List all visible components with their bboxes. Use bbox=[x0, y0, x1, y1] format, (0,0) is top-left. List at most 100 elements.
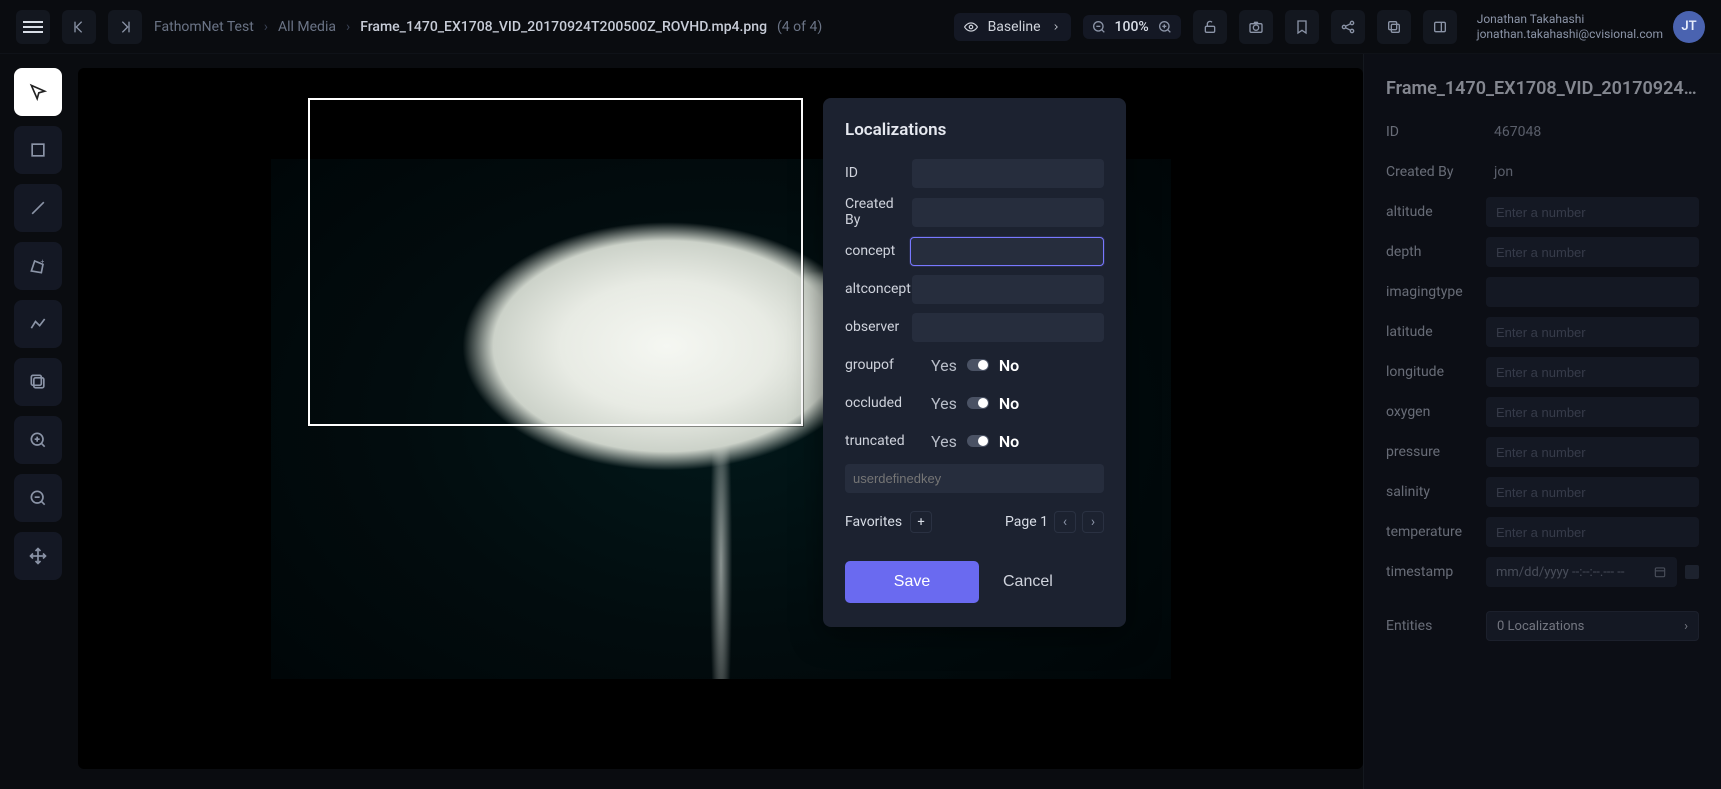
breadcrumb-item[interactable]: All Media bbox=[278, 19, 336, 35]
svg-text:+: + bbox=[41, 258, 45, 266]
zoom-in-icon[interactable] bbox=[1157, 19, 1173, 35]
altitude-input[interactable] bbox=[1486, 197, 1699, 227]
field-label: depth bbox=[1386, 244, 1486, 260]
polygon-tool[interactable]: + bbox=[14, 242, 62, 290]
breadcrumb-count: (4 of 4) bbox=[777, 19, 822, 35]
cursor-tool[interactable] bbox=[14, 68, 62, 116]
toggle-no: No bbox=[999, 394, 1019, 413]
pan-tool[interactable] bbox=[14, 532, 62, 580]
oxygen-input[interactable] bbox=[1486, 397, 1699, 427]
field-label: occluded bbox=[845, 395, 931, 411]
observer-input[interactable] bbox=[912, 313, 1104, 342]
entities-selector[interactable]: 0 Localizations › bbox=[1486, 611, 1699, 641]
share-button[interactable] bbox=[1331, 10, 1365, 44]
line-icon bbox=[28, 198, 48, 218]
favorites-label: Favorites bbox=[845, 514, 902, 530]
skip-back-icon bbox=[71, 19, 87, 35]
created-by-input[interactable] bbox=[912, 198, 1104, 227]
line-tool[interactable] bbox=[14, 184, 62, 232]
concept-input[interactable] bbox=[910, 237, 1104, 266]
field-label: oxygen bbox=[1386, 404, 1486, 420]
panel-title: Frame_1470_EX1708_VID_20170924T2005... bbox=[1386, 78, 1699, 99]
prev-media-button[interactable] bbox=[62, 10, 96, 44]
modal-title: Localizations bbox=[845, 120, 1104, 140]
skip-forward-icon bbox=[117, 19, 133, 35]
topbar: FathomNet Test › All Media › Frame_1470_… bbox=[0, 0, 1721, 54]
userdefinedkey-input[interactable] bbox=[845, 464, 1104, 493]
groupof-toggle[interactable] bbox=[967, 359, 989, 371]
left-toolbar: + bbox=[14, 68, 62, 580]
zoom-control: 100% bbox=[1083, 15, 1181, 39]
zoom-out-tool[interactable] bbox=[14, 474, 62, 522]
user-email: jonathan.takahashi@cvisional.com bbox=[1477, 27, 1663, 41]
toggle-yes: Yes bbox=[931, 432, 957, 451]
latitude-input[interactable] bbox=[1486, 317, 1699, 347]
path-tool[interactable] bbox=[14, 300, 62, 348]
screenshot-button[interactable] bbox=[1239, 10, 1273, 44]
unlock-icon bbox=[1202, 19, 1218, 35]
field-label: Created By bbox=[845, 196, 912, 228]
menu-button[interactable] bbox=[16, 10, 50, 44]
field-label: latitude bbox=[1386, 324, 1486, 340]
temperature-input[interactable] bbox=[1486, 517, 1699, 547]
copy-button[interactable] bbox=[1377, 10, 1411, 44]
field-label: truncated bbox=[845, 433, 931, 449]
timestamp-placeholder: mm/dd/yyyy --:--:--.--- -- bbox=[1496, 565, 1625, 580]
lock-button[interactable] bbox=[1193, 10, 1227, 44]
version-label: Baseline bbox=[988, 19, 1041, 35]
zoom-percent: 100% bbox=[1115, 19, 1149, 35]
share-icon bbox=[1340, 19, 1356, 35]
save-button[interactable]: Save bbox=[845, 561, 979, 603]
salinity-input[interactable] bbox=[1486, 477, 1699, 507]
field-label: salinity bbox=[1386, 484, 1486, 500]
localizations-modal: Localizations ID Created By concept altc… bbox=[823, 98, 1126, 627]
page-prev-button[interactable]: ‹ bbox=[1054, 511, 1076, 533]
toggle-no: No bbox=[999, 356, 1019, 375]
timestamp-input[interactable]: mm/dd/yyyy --:--:--.--- -- bbox=[1486, 557, 1677, 587]
field-label: longitude bbox=[1386, 364, 1486, 380]
metadata-panel: Frame_1470_EX1708_VID_20170924T2005... I… bbox=[1363, 54, 1721, 789]
zoom-in-tool[interactable] bbox=[14, 416, 62, 464]
add-favorite-button[interactable]: + bbox=[910, 511, 932, 533]
cancel-button[interactable]: Cancel bbox=[997, 561, 1059, 603]
field-label: timestamp bbox=[1386, 564, 1486, 580]
field-label: observer bbox=[845, 319, 912, 335]
breadcrumb: FathomNet Test › All Media › Frame_1470_… bbox=[154, 19, 822, 35]
pressure-input[interactable] bbox=[1486, 437, 1699, 467]
box-tool[interactable] bbox=[14, 126, 62, 174]
field-label: ID bbox=[845, 165, 912, 181]
avatar: JT bbox=[1673, 11, 1705, 43]
version-selector[interactable]: Baseline bbox=[954, 13, 1071, 41]
user-name: Jonathan Takahashi bbox=[1477, 12, 1663, 26]
next-media-button[interactable] bbox=[108, 10, 142, 44]
toggle-no: No bbox=[999, 432, 1019, 451]
depth-input[interactable] bbox=[1486, 237, 1699, 267]
field-label: imagingtype bbox=[1386, 284, 1486, 300]
toggle-yes: Yes bbox=[931, 394, 957, 413]
user-menu[interactable]: Jonathan Takahashi jonathan.takahashi@cv… bbox=[1477, 11, 1705, 43]
field-label: groupof bbox=[845, 357, 931, 373]
occluded-toggle[interactable] bbox=[967, 397, 989, 409]
copy-icon bbox=[1386, 19, 1402, 35]
selection-box[interactable] bbox=[308, 98, 803, 426]
altconcept-input[interactable] bbox=[912, 275, 1104, 304]
polygon-icon: + bbox=[28, 256, 48, 276]
bookmark-button[interactable] bbox=[1285, 10, 1319, 44]
layers-tool[interactable] bbox=[14, 358, 62, 406]
id-input[interactable] bbox=[912, 159, 1104, 188]
chevron-right-icon bbox=[1051, 22, 1061, 32]
created-by-value: jon bbox=[1486, 164, 1699, 180]
truncated-toggle[interactable] bbox=[967, 435, 989, 447]
zoom-out-icon bbox=[28, 488, 48, 508]
panel-toggle-button[interactable] bbox=[1423, 10, 1457, 44]
media-canvas[interactable] bbox=[78, 68, 1363, 769]
eye-icon bbox=[964, 20, 978, 34]
path-icon bbox=[28, 314, 48, 334]
page-next-button[interactable]: › bbox=[1082, 511, 1104, 533]
field-label: Entities bbox=[1386, 618, 1486, 634]
longitude-input[interactable] bbox=[1486, 357, 1699, 387]
timestamp-aux-button[interactable] bbox=[1685, 565, 1699, 579]
breadcrumb-item[interactable]: FathomNet Test bbox=[154, 19, 254, 35]
zoom-out-icon[interactable] bbox=[1091, 19, 1107, 35]
imagingtype-input[interactable] bbox=[1486, 277, 1699, 307]
